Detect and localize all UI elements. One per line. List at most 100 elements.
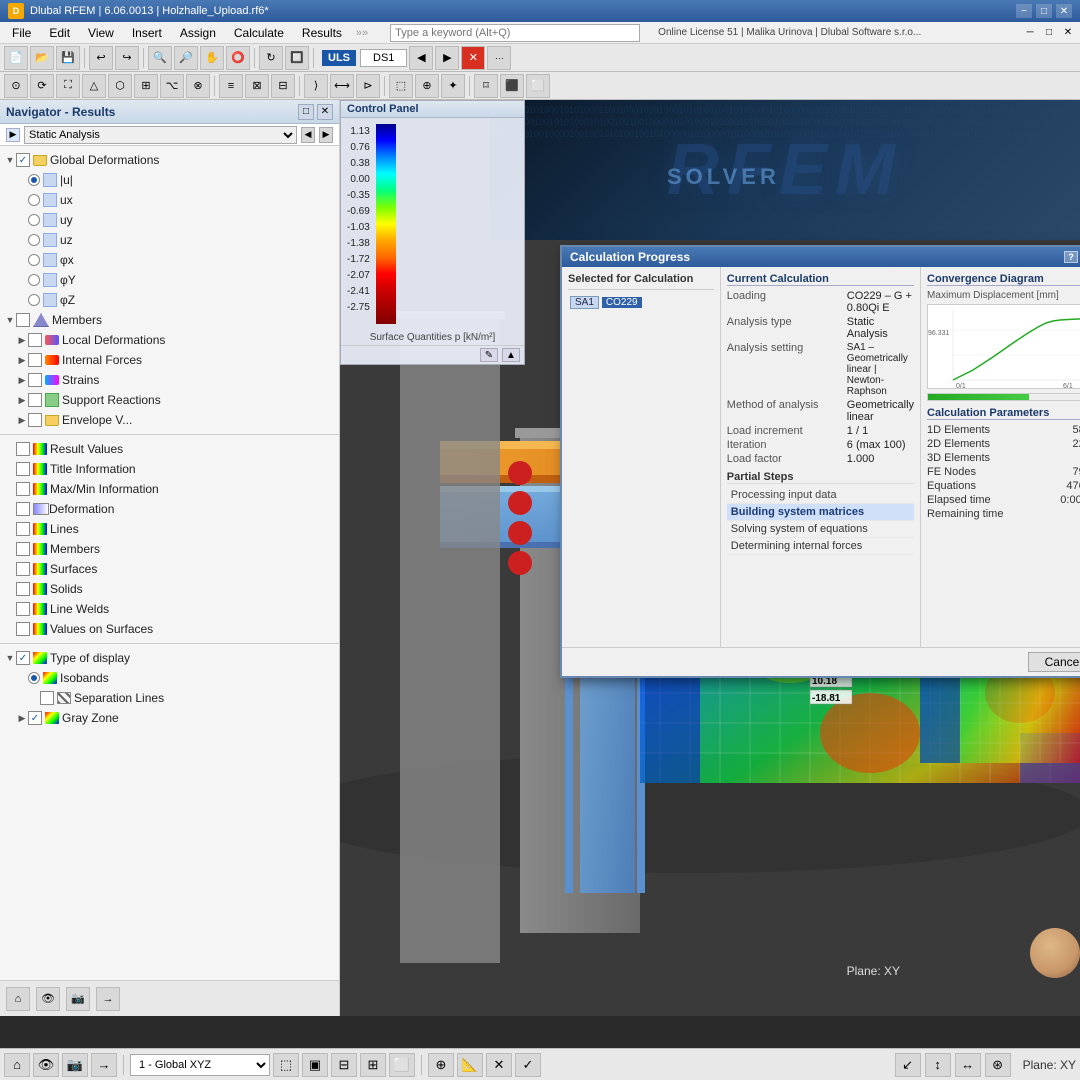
menu-insert[interactable]: Insert — [124, 24, 170, 42]
tree-values-on-surfaces[interactable]: ▶ Values on Surfaces — [0, 619, 339, 639]
tree-deform-uy[interactable]: uy — [0, 210, 339, 230]
cb-members[interactable] — [16, 313, 30, 327]
bt-view-btn2[interactable]: ▣ — [302, 1053, 328, 1077]
view-selector[interactable]: 1 - Global XYZ — [130, 1054, 270, 1076]
cb-strains[interactable] — [28, 373, 42, 387]
t2-btn5[interactable]: ⬡ — [108, 74, 132, 98]
expand-strains[interactable]: ▶ — [16, 374, 28, 386]
cb-type-display[interactable]: ✓ — [16, 651, 30, 665]
expand-members[interactable]: ▼ — [4, 314, 16, 326]
minimize-btn[interactable]: − — [1016, 4, 1032, 18]
redo-btn[interactable]: ↪ — [115, 46, 139, 70]
tree-deform-phiZ[interactable]: φZ — [0, 290, 339, 310]
tree-solids[interactable]: ▶ Solids — [0, 579, 339, 599]
next-lc-btn[interactable]: ▶ — [435, 46, 459, 70]
tree-global-deformations[interactable]: ▼ ✓ Global Deformations — [0, 150, 339, 170]
cp-expand-btn[interactable]: ▲ — [502, 348, 520, 362]
search-input[interactable] — [390, 24, 640, 42]
select-btn[interactable]: ⭕ — [226, 46, 250, 70]
tree-isobands[interactable]: Isobands — [0, 668, 339, 688]
t2-btn8[interactable]: ⊗ — [186, 74, 210, 98]
rotate-btn[interactable]: ↻ — [259, 46, 283, 70]
radio-u[interactable] — [28, 174, 40, 186]
bt-measure-btn[interactable]: 📐 — [457, 1053, 483, 1077]
bt-home-btn[interactable]: ⌂ — [4, 1053, 30, 1077]
analysis-dropdown[interactable]: Static Analysis — [24, 126, 297, 144]
t2-btn3[interactable]: ⛶ — [56, 74, 80, 98]
bt-view-btn4[interactable]: ⊞ — [360, 1053, 386, 1077]
cb-title-info[interactable] — [16, 462, 30, 476]
t2-btn20[interactable]: ⬜ — [526, 74, 550, 98]
nav-eye-btn[interactable]: 👁 — [36, 987, 60, 1011]
cb-lines[interactable] — [16, 522, 30, 536]
cb-result-values[interactable] — [16, 442, 30, 456]
expand-support-react[interactable]: ▶ — [16, 394, 28, 406]
t2-btn2[interactable]: ⟳ — [30, 74, 54, 98]
nav-restore-btn[interactable]: □ — [298, 104, 314, 120]
run-calc-btn[interactable]: ✕ — [461, 46, 485, 70]
new-btn[interactable]: 📄 — [4, 46, 28, 70]
menu-restore-btn[interactable]: ─ — [1022, 25, 1038, 41]
bt-video-btn[interactable]: 📷 — [62, 1053, 88, 1077]
cb-surfaces[interactable] — [16, 562, 30, 576]
cb-solids[interactable] — [16, 582, 30, 596]
nav-arrow-btn[interactable]: → — [96, 987, 120, 1011]
view3d-btn[interactable]: 🔲 — [285, 46, 309, 70]
menu-close-btn[interactable]: ✕ — [1060, 25, 1076, 41]
prev-lc-btn[interactable]: ◀ — [409, 46, 433, 70]
radio-ux[interactable] — [28, 194, 40, 206]
expand-local-def[interactable]: ▶ — [16, 334, 28, 346]
restore-btn[interactable]: □ — [1036, 4, 1052, 18]
cb-separation-lines[interactable] — [40, 691, 54, 705]
tree-strains[interactable]: ▶ Strains — [0, 370, 339, 390]
menu-assign[interactable]: Assign — [172, 24, 224, 42]
tree-lines[interactable]: ▶ Lines — [0, 519, 339, 539]
t2-btn1[interactable]: ⊙ — [4, 74, 28, 98]
bt-right4[interactable]: ⊛ — [985, 1053, 1011, 1077]
cb-envelope[interactable] — [28, 413, 42, 427]
bt-arrow-btn[interactable]: → — [91, 1053, 117, 1077]
cb-local-def[interactable] — [28, 333, 42, 347]
expand-int-forces[interactable]: ▶ — [16, 354, 28, 366]
nav-home-btn[interactable]: ⌂ — [6, 987, 30, 1011]
pan-btn[interactable]: ✋ — [200, 46, 224, 70]
t2-btn6[interactable]: ⊞ — [134, 74, 158, 98]
menu-results[interactable]: Results — [294, 24, 350, 42]
expand-global-def[interactable]: ▼ — [4, 154, 16, 166]
t2-btn17[interactable]: ✦ — [441, 74, 465, 98]
t2-btn9[interactable]: ≡ — [219, 74, 243, 98]
bt-right2[interactable]: ↕ — [925, 1053, 951, 1077]
nav-camera-btn[interactable]: 📷 — [66, 987, 90, 1011]
cb-support-react[interactable] — [28, 393, 42, 407]
cb-global-def[interactable]: ✓ — [16, 153, 30, 167]
tree-members[interactable]: ▼ Members — [0, 310, 339, 330]
tree-title-info[interactable]: ▶ Title Information — [0, 459, 339, 479]
cb-maxmin-info[interactable] — [16, 482, 30, 496]
radio-uz[interactable] — [28, 234, 40, 246]
settings-btn[interactable]: ··· — [487, 46, 511, 70]
cb-gray-zone[interactable]: ✓ — [28, 711, 42, 725]
menu-view[interactable]: View — [80, 24, 122, 42]
t2-btn12[interactable]: ⟩ — [304, 74, 328, 98]
tree-result-values[interactable]: ▶ Result Values — [0, 439, 339, 459]
cp-help-btn[interactable]: ? — [1064, 251, 1078, 263]
ds1-selector[interactable]: DS1 — [360, 49, 407, 67]
bt-right3[interactable]: ↔ — [955, 1053, 981, 1077]
tree-separation-lines[interactable]: ▶ Separation Lines — [0, 688, 339, 708]
bt-cross-btn[interactable]: ✕ — [486, 1053, 512, 1077]
t2-btn18[interactable]: ⌑ — [474, 74, 498, 98]
t2-btn4[interactable]: △ — [82, 74, 106, 98]
menu-file[interactable]: File — [4, 24, 39, 42]
bt-grid-btn[interactable]: ⊕ — [428, 1053, 454, 1077]
menu-edit[interactable]: Edit — [41, 24, 78, 42]
save-btn[interactable]: 💾 — [56, 46, 80, 70]
tree-surfaces[interactable]: ▶ Surfaces — [0, 559, 339, 579]
radio-phix[interactable] — [28, 254, 40, 266]
tree-local-deformations[interactable]: ▶ Local Deformations — [0, 330, 339, 350]
analysis-prev-btn[interactable]: ◀ — [301, 127, 315, 143]
expand-envelope[interactable]: ▶ — [16, 414, 28, 426]
tree-deform-uz[interactable]: uz — [0, 230, 339, 250]
radio-phiy[interactable] — [28, 274, 40, 286]
nav-close-btn[interactable]: ✕ — [317, 104, 333, 120]
close-btn[interactable]: ✕ — [1056, 4, 1072, 18]
